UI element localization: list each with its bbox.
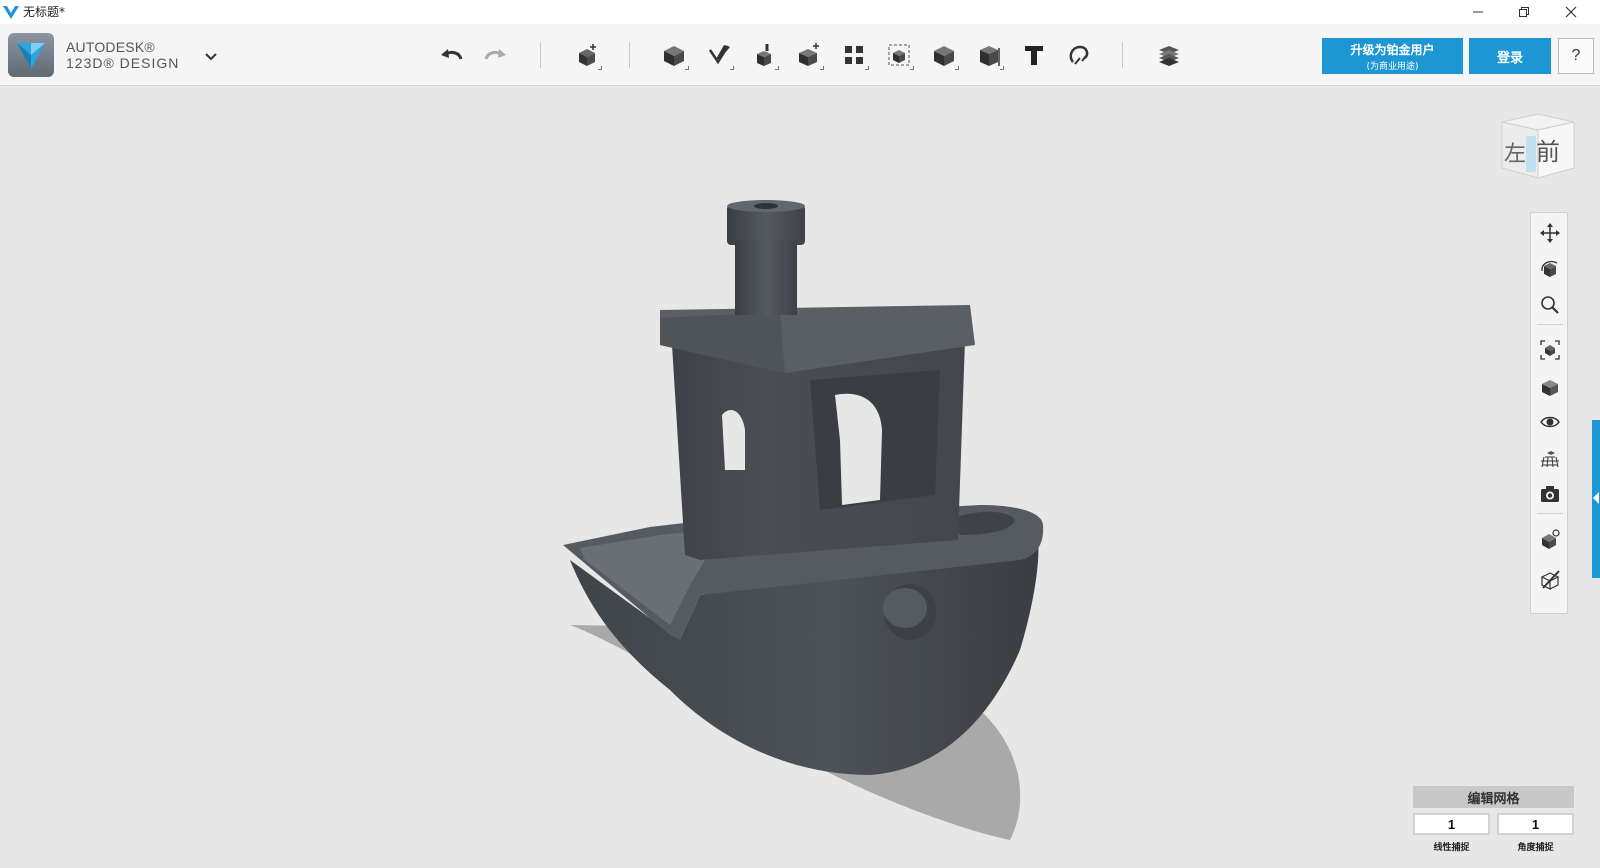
views-button[interactable] xyxy=(1536,372,1564,400)
pan-button[interactable] xyxy=(1536,219,1564,247)
restore-button[interactable] xyxy=(1501,0,1547,24)
modify-button[interactable] xyxy=(792,38,826,72)
material-stack-icon xyxy=(1159,46,1179,66)
boat-model[interactable] xyxy=(0,87,1600,868)
grouping-button[interactable] xyxy=(882,38,916,72)
upgrade-button[interactable]: 升级为铂金用户 (为商业用途) xyxy=(1322,38,1463,74)
text-button[interactable] xyxy=(1017,38,1051,72)
sketch-pencil-icon xyxy=(708,45,730,65)
combine-icon xyxy=(934,46,954,66)
view-cube[interactable]: 左 前 xyxy=(1494,108,1582,188)
upgrade-label: 升级为铂金用户 xyxy=(1350,43,1435,57)
app-menu-logo[interactable] xyxy=(8,33,54,77)
extrude-icon xyxy=(757,44,771,66)
measure-button[interactable] xyxy=(972,38,1006,72)
document-title: 无标题* xyxy=(23,5,66,19)
brand-line-1: AUTODESK® xyxy=(66,39,155,55)
fit-button[interactable] xyxy=(1536,336,1564,364)
angle-snap-label: 角度捕捉 xyxy=(1517,843,1554,853)
nav-separator xyxy=(1537,513,1563,514)
close-icon xyxy=(1565,6,1577,18)
sketch-button[interactable] xyxy=(702,38,736,72)
construct-button[interactable] xyxy=(747,38,781,72)
minimize-icon xyxy=(1473,11,1483,13)
pattern-grid-icon xyxy=(845,46,863,64)
material-icon xyxy=(1542,529,1560,549)
title-bar: 无标题* xyxy=(0,0,1600,24)
3d-viewport[interactable] xyxy=(0,87,1600,868)
orbit-button[interactable] xyxy=(1536,255,1564,283)
zoom-icon xyxy=(1541,296,1559,314)
grid-button[interactable] xyxy=(1536,444,1564,472)
screenshot-button[interactable] xyxy=(1536,480,1564,508)
linear-snap-field[interactable]: 1 xyxy=(1413,813,1490,835)
fit-icon xyxy=(1540,340,1560,360)
material-view-button[interactable] xyxy=(1536,525,1564,553)
edit-grid-button[interactable]: 编辑网格 xyxy=(1413,786,1574,808)
primitive-box-icon xyxy=(664,46,684,66)
view-cube-front[interactable]: 前 xyxy=(1536,132,1560,167)
login-button[interactable]: 登录 xyxy=(1469,38,1551,74)
upgrade-sublabel: (为商业用途) xyxy=(1366,62,1419,72)
combine-button[interactable] xyxy=(927,38,961,72)
group-icon xyxy=(888,44,910,66)
grid-icon xyxy=(1541,451,1559,468)
chevron-down-icon[interactable] xyxy=(203,50,219,62)
material-button[interactable] xyxy=(1152,38,1186,72)
visibility-icon xyxy=(1540,416,1560,428)
toolbar-separator xyxy=(1122,42,1123,68)
toolbar-separator xyxy=(629,42,630,68)
undo-button[interactable] xyxy=(435,38,469,72)
outline-icon xyxy=(1540,570,1560,590)
pattern-button[interactable] xyxy=(837,38,871,72)
transform-button[interactable] xyxy=(570,38,604,72)
snap-button[interactable] xyxy=(1062,38,1096,72)
outline-view-button[interactable] xyxy=(1536,565,1564,593)
brand-line-2: 123D® DESIGN xyxy=(66,55,180,71)
side-panel-arrow-icon xyxy=(1593,492,1599,504)
primitives-button[interactable] xyxy=(657,38,691,72)
undo-arrow-icon xyxy=(441,49,463,60)
autodesk-logo-icon xyxy=(17,43,45,69)
zoom-button[interactable] xyxy=(1536,291,1564,319)
views-icon xyxy=(1542,380,1558,396)
minimize-button[interactable] xyxy=(1455,0,1501,24)
redo-button[interactable] xyxy=(478,38,512,72)
navigation-panel xyxy=(1530,212,1568,614)
main-toolbar: AUTODESK® 123D® DESIGN 升级为铂金用户 (为商业用途) 登… xyxy=(0,24,1600,86)
orbit-icon xyxy=(1541,260,1558,277)
modify-icon xyxy=(799,43,819,66)
measure-icon xyxy=(980,46,1000,66)
angle-snap-field[interactable]: 1 xyxy=(1497,813,1574,835)
app-logo-icon xyxy=(3,6,19,19)
linear-snap-label: 线性捕捉 xyxy=(1433,843,1470,853)
view-cube-left[interactable]: 左 xyxy=(1504,136,1526,168)
snap-magnet-icon xyxy=(1069,45,1089,65)
visibility-button[interactable] xyxy=(1536,408,1564,436)
redo-arrow-icon xyxy=(484,49,506,60)
pan-icon xyxy=(1540,223,1560,243)
close-button[interactable] xyxy=(1548,0,1594,24)
camera-icon xyxy=(1541,486,1559,502)
cube-move-icon xyxy=(579,44,596,66)
restore-icon xyxy=(1519,7,1529,17)
nav-separator xyxy=(1537,324,1563,325)
toolbar-separator xyxy=(540,42,541,68)
text-icon xyxy=(1025,46,1043,65)
help-button[interactable]: ? xyxy=(1558,38,1594,74)
